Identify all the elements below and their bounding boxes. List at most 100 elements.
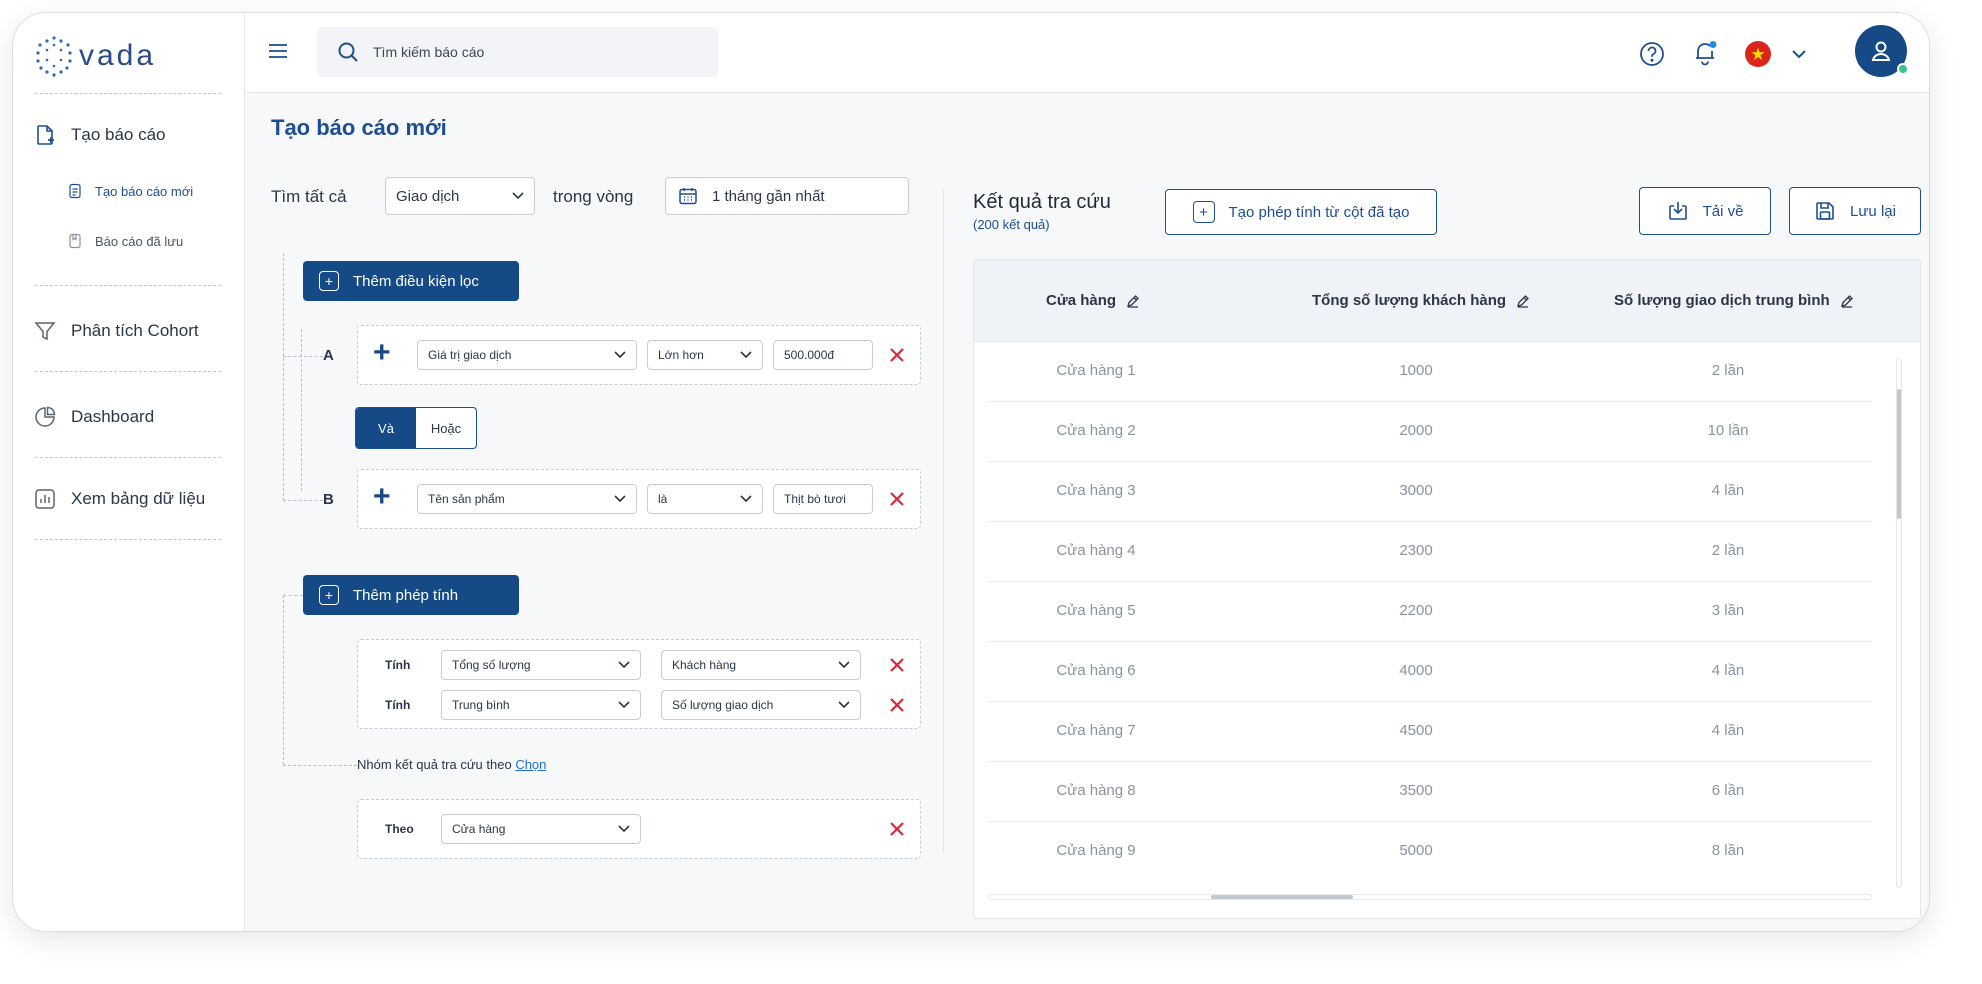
- condition-b-operator-value: là: [658, 492, 668, 506]
- condition-tree-line: [301, 329, 302, 491]
- sidebar-divider: [35, 371, 221, 372]
- table-cell: 4 lần: [1711, 662, 1745, 679]
- condition-letter-b: B: [323, 491, 334, 508]
- table-row[interactable]: Cửa hàng 2 2000 10 lần: [988, 402, 1872, 462]
- table-row[interactable]: Cửa hàng 1 1000 2 lần: [988, 342, 1872, 402]
- add-filter-condition-button[interactable]: + Thêm điều kiện lọc: [303, 261, 519, 301]
- create-calc-from-columns-button[interactable]: + Tạo phép tính từ cột đã tạo: [1165, 189, 1437, 235]
- table-cell: 2300: [1399, 542, 1433, 559]
- record-type-select[interactable]: Giao dịch: [385, 177, 535, 215]
- sidebar-item-label: Phân tích Cohort: [71, 321, 199, 340]
- column-header-store[interactable]: Cửa hàng: [1046, 292, 1140, 309]
- table-header: Cửa hàng Tổng số lượng khách hàng Số lượ…: [974, 260, 1920, 342]
- calc-row-1-field-select[interactable]: Khách hàng: [661, 650, 861, 680]
- column-header-avg-transactions[interactable]: Số lượng giao dịch trung bình: [1614, 292, 1854, 309]
- sidebar-subitem-saved-reports[interactable]: Báo cáo đã lưu: [67, 233, 183, 249]
- table-cell: 5000: [1399, 842, 1433, 859]
- chevron-down-icon: [740, 495, 752, 503]
- user-avatar[interactable]: [1855, 25, 1909, 77]
- table-cell: 10 lần: [1707, 422, 1749, 439]
- page-title: Tạo báo cáo mới: [271, 115, 447, 140]
- table-row[interactable]: Cửa hàng 6 4000 4 lần: [988, 642, 1872, 702]
- logic-and-option[interactable]: Và: [356, 408, 416, 448]
- download-button[interactable]: Tải về: [1639, 187, 1771, 235]
- remove-condition-close-icon[interactable]: [889, 347, 905, 363]
- chevron-down-icon: [618, 661, 630, 669]
- sidebar-item-data-table[interactable]: Xem bảng dữ liệu: [33, 487, 205, 511]
- save-button[interactable]: Lưu lại: [1789, 187, 1921, 235]
- flag-vietnam-icon[interactable]: [1745, 41, 1771, 67]
- remove-calculation-close-icon[interactable]: [889, 657, 905, 673]
- search-input[interactable]: [373, 44, 673, 60]
- calc-row-2-function-select[interactable]: Trung bình: [441, 690, 641, 720]
- remove-calculation-close-icon[interactable]: [889, 697, 905, 713]
- condition-b-field-select[interactable]: Tên sản phẩm: [417, 484, 637, 514]
- group-by-row-label: Theo: [385, 822, 414, 836]
- notification-bell-icon[interactable]: [1691, 39, 1719, 67]
- edit-pencil-icon[interactable]: [1126, 294, 1140, 308]
- sidebar-subitem-new-report[interactable]: Tạo báo cáo mới: [67, 183, 193, 199]
- calc-row-2-label: Tính: [385, 698, 411, 712]
- calc-row-1-function-select[interactable]: Tổng số lượng: [441, 650, 641, 680]
- table-cell: 3 lần: [1711, 602, 1745, 619]
- table-cell: 6 lần: [1711, 782, 1745, 799]
- results-count: (200 kết quả): [973, 217, 1050, 232]
- sidebar-item-create-report[interactable]: Tạo báo cáo: [33, 123, 166, 147]
- group-by-label: Nhóm kết quả tra cứu theo: [357, 757, 512, 772]
- logic-or-option[interactable]: Hoặc: [416, 408, 476, 448]
- horizontal-scrollbar[interactable]: [988, 894, 1872, 900]
- group-by-value: Cửa hàng: [452, 822, 506, 836]
- condition-a-value-input[interactable]: 500.000đ: [773, 340, 873, 370]
- horizontal-scrollbar-thumb[interactable]: [1211, 895, 1353, 899]
- plus-square-icon: +: [1192, 201, 1215, 223]
- help-icon[interactable]: [1639, 41, 1665, 67]
- table-row[interactable]: Cửa hàng 3 3000 4 lần: [988, 462, 1872, 522]
- column-header-total-customers[interactable]: Tổng số lượng khách hàng: [1312, 292, 1530, 309]
- condition-b-field-value: Tên sản phẩm: [428, 492, 505, 506]
- sidebar-item-cohort[interactable]: Phân tích Cohort: [33, 319, 199, 343]
- language-chevron-down-icon[interactable]: [1791, 49, 1807, 59]
- sidebar-item-dashboard[interactable]: Dashboard: [33, 405, 154, 429]
- edit-pencil-icon[interactable]: [1840, 294, 1854, 308]
- group-by-select[interactable]: Cửa hàng: [441, 814, 641, 844]
- table-row[interactable]: Cửa hàng 9 5000 8 lần: [988, 822, 1872, 882]
- sidebar-divider: [35, 539, 221, 540]
- table-cell: Cửa hàng 4: [1056, 542, 1136, 559]
- vertical-scrollbar[interactable]: [1896, 358, 1902, 888]
- condition-b-operator-select[interactable]: là: [647, 484, 763, 514]
- plus-square-icon: +: [319, 271, 339, 291]
- bookmark-doc-icon: [69, 233, 81, 249]
- download-label: Tải về: [1702, 202, 1744, 220]
- add-subcondition-plus-icon[interactable]: +: [373, 482, 391, 512]
- calc-row-2-function-value: Trung bình: [452, 698, 510, 712]
- calc-row-1-label: Tính: [385, 658, 411, 672]
- table-cell: 2200: [1399, 602, 1433, 619]
- condition-a-operator-value: Lớn hơn: [658, 348, 704, 362]
- table-row[interactable]: Cửa hàng 5 2200 3 lần: [988, 582, 1872, 642]
- table-cell: Cửa hàng 6: [1056, 662, 1136, 679]
- add-subcondition-plus-icon[interactable]: +: [373, 338, 391, 368]
- chevron-down-icon: [614, 351, 626, 359]
- bar-chart-icon: [35, 489, 55, 509]
- table-row[interactable]: Cửa hàng 7 4500 4 lần: [988, 702, 1872, 762]
- add-calculation-button[interactable]: + Thêm phép tính: [303, 575, 519, 615]
- condition-a-field-select[interactable]: Giá trị giao dịch: [417, 340, 637, 370]
- remove-group-by-close-icon[interactable]: [889, 821, 905, 837]
- sidebar-item-label: Xem bảng dữ liệu: [71, 489, 206, 508]
- logo[interactable]: vada: [35, 35, 156, 77]
- download-icon: [1668, 202, 1687, 220]
- online-status-dot: [1897, 63, 1909, 75]
- table-row[interactable]: Cửa hàng 8 3500 6 lần: [988, 762, 1872, 822]
- condition-b-value-input[interactable]: Thịt bò tươi: [773, 484, 873, 514]
- date-range-picker[interactable]: 1 tháng gần nhất: [665, 177, 909, 215]
- group-by-choose-link[interactable]: Chọn: [515, 757, 546, 772]
- hamburger-menu-icon[interactable]: [267, 41, 289, 61]
- remove-condition-close-icon[interactable]: [889, 491, 905, 507]
- sidebar: vada Tạo báo cáo Tạo báo cáo mới Báo cáo…: [13, 13, 245, 931]
- vertical-scrollbar-thumb[interactable]: [1897, 389, 1901, 519]
- table-row[interactable]: Cửa hàng 4 2300 2 lần: [988, 522, 1872, 582]
- calc-row-2-field-select[interactable]: Số lượng giao dịch: [661, 690, 861, 720]
- condition-a-operator-select[interactable]: Lớn hơn: [647, 340, 763, 370]
- edit-pencil-icon[interactable]: [1516, 294, 1530, 308]
- chevron-down-icon: [618, 825, 630, 833]
